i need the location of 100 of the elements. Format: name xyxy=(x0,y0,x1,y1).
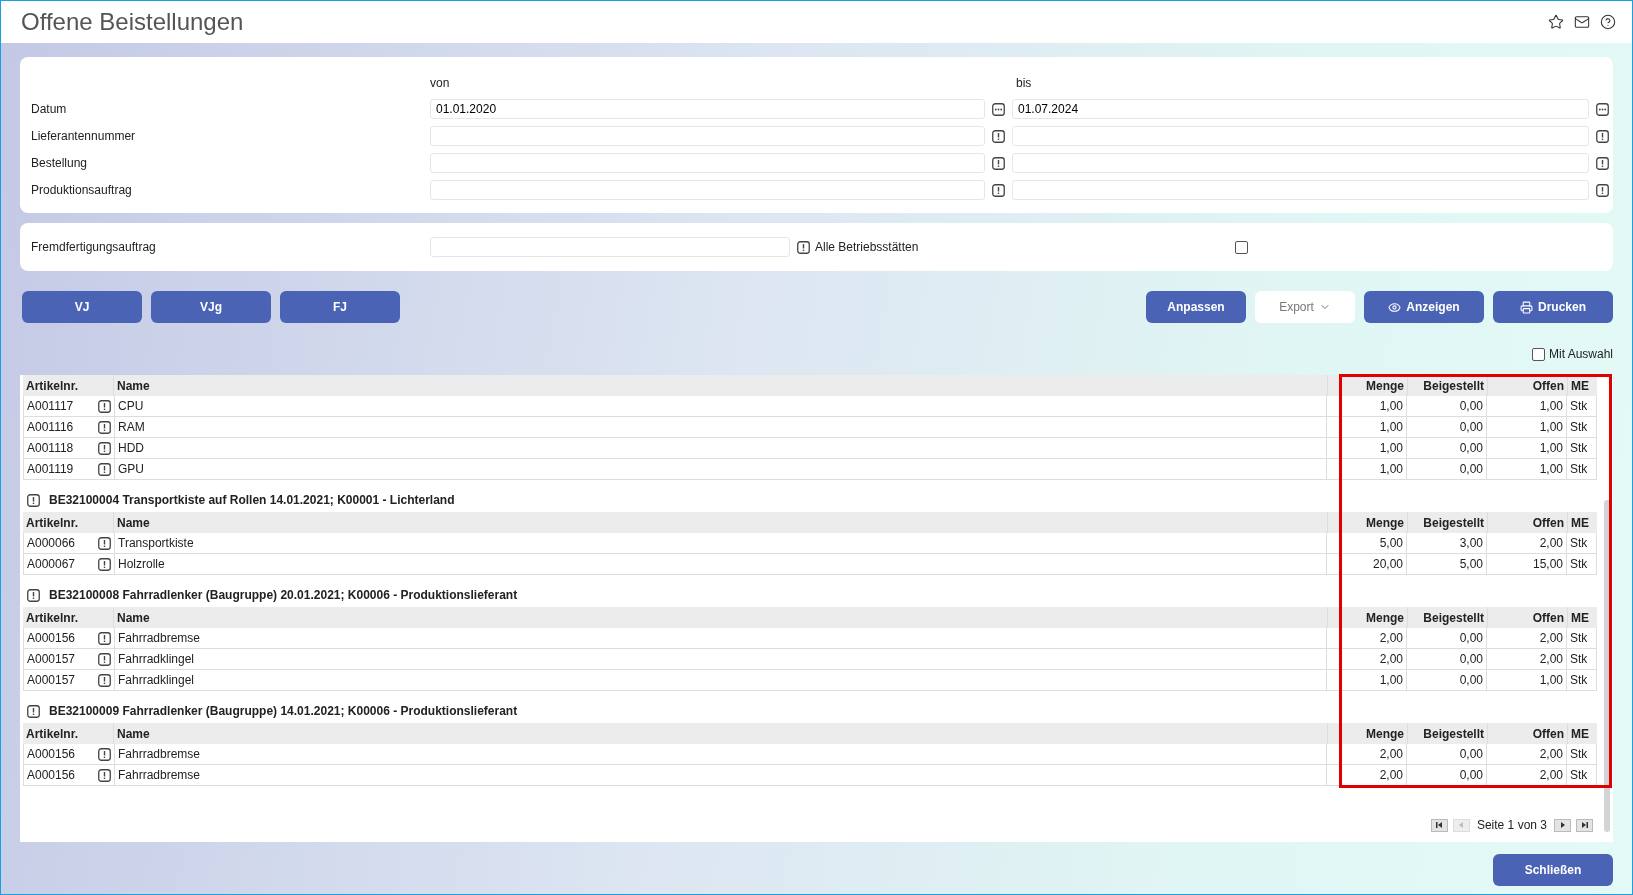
column-header: Offen xyxy=(1487,723,1567,744)
column-header: Artikelnr. xyxy=(25,514,80,532)
info-icon[interactable] xyxy=(97,462,111,476)
column-header: Beigestellt xyxy=(1407,375,1487,396)
column-header: Menge xyxy=(1327,512,1407,533)
info-icon[interactable] xyxy=(97,747,111,761)
info-icon[interactable] xyxy=(1596,156,1609,170)
star-icon[interactable] xyxy=(1548,14,1564,30)
article-number: A001119 xyxy=(26,461,75,478)
column-header: Offen xyxy=(1487,607,1567,628)
unit: Stk xyxy=(1566,417,1596,437)
print-button[interactable]: Drucken xyxy=(1493,291,1613,323)
column-header: Offen xyxy=(1487,512,1567,533)
scrollbar[interactable] xyxy=(1604,500,1610,832)
first-page-button[interactable] xyxy=(1430,818,1448,832)
info-icon[interactable] xyxy=(97,399,111,413)
field-label: Produktionsauftrag xyxy=(30,182,133,199)
article-number: A000066 xyxy=(26,535,77,552)
item-name: Fahrradbremse xyxy=(114,628,1326,648)
item-name: Fahrradbremse xyxy=(114,744,1326,764)
info-icon[interactable] xyxy=(97,557,111,571)
item-name: Fahrradbremse xyxy=(114,765,1326,785)
provided-quantity: 0,00 xyxy=(1406,417,1486,437)
help-icon[interactable] xyxy=(1600,14,1616,30)
more-icon[interactable] xyxy=(1596,102,1609,116)
checkbox-label: Mit Auswahl xyxy=(1548,346,1613,363)
provided-quantity: 0,00 xyxy=(1406,765,1486,785)
info-icon[interactable] xyxy=(97,768,111,782)
column-header: ME xyxy=(1567,723,1597,744)
export-dropdown[interactable]: Export xyxy=(1255,291,1355,323)
info-icon[interactable] xyxy=(97,420,111,434)
text-field[interactable] xyxy=(430,180,985,200)
provided-quantity: 5,00 xyxy=(1406,554,1486,574)
text-field[interactable] xyxy=(1012,126,1589,146)
open-quantity: 2,00 xyxy=(1486,533,1566,553)
year-button[interactable]: VJ xyxy=(22,291,142,323)
unit: Stk xyxy=(1566,396,1596,416)
item-name: Fahrradklingel xyxy=(114,649,1326,669)
text-field[interactable] xyxy=(1012,180,1589,200)
info-icon[interactable] xyxy=(27,704,40,718)
column-header: Beigestellt xyxy=(1407,512,1487,533)
column-header: Menge xyxy=(1327,607,1407,628)
open-quantity: 2,00 xyxy=(1486,744,1566,764)
show-button[interactable]: Anzeigen xyxy=(1364,291,1484,323)
quantity: 1,00 xyxy=(1326,459,1406,479)
column-header: Name xyxy=(113,512,1327,533)
next-page-button[interactable] xyxy=(1554,818,1571,832)
info-icon[interactable] xyxy=(97,673,111,687)
last-page-button[interactable] xyxy=(1576,818,1593,832)
adjust-button[interactable]: Anpassen xyxy=(1146,291,1246,323)
text-field[interactable] xyxy=(430,237,790,257)
checkbox[interactable] xyxy=(1235,240,1248,254)
text-field[interactable]: 01.01.2020 xyxy=(430,99,985,119)
text-field[interactable]: 01.07.2024 xyxy=(1012,99,1589,119)
text-field[interactable] xyxy=(430,153,985,173)
checkbox-label: Alle Betriebsstätten xyxy=(815,239,920,256)
info-icon[interactable] xyxy=(992,156,1005,170)
info-icon[interactable] xyxy=(97,536,111,550)
info-icon[interactable] xyxy=(97,652,111,666)
year-button[interactable]: FJ xyxy=(280,291,400,323)
unit: Stk xyxy=(1566,765,1596,785)
checkbox[interactable] xyxy=(1531,347,1545,361)
column-header: Offen xyxy=(1487,375,1567,396)
info-icon[interactable] xyxy=(97,441,111,455)
year-button[interactable]: VJg xyxy=(151,291,271,323)
text-field[interactable] xyxy=(1012,153,1589,173)
column-header: Menge xyxy=(1327,375,1407,396)
column-header: Beigestellt xyxy=(1407,723,1487,744)
unit: Stk xyxy=(1566,649,1596,669)
order-title: BE32100008 Fahrradlenker (Baugruppe) 20.01.2021; K00006 - Produktionslieferant xyxy=(49,587,518,604)
mail-icon[interactable] xyxy=(1574,14,1590,30)
page-indicator: Seite 1 von 3 xyxy=(1476,817,1547,834)
quantity: 2,00 xyxy=(1326,649,1406,669)
info-icon[interactable] xyxy=(97,631,111,645)
info-icon[interactable] xyxy=(1596,129,1609,143)
column-header: Artikelnr. xyxy=(25,377,80,395)
item-name: Transportkiste xyxy=(114,533,1326,553)
unit: Stk xyxy=(1566,533,1596,553)
close-button[interactable]: Schließen xyxy=(1493,854,1613,886)
article-number: A000067 xyxy=(26,556,77,573)
quantity: 2,00 xyxy=(1326,744,1406,764)
item-name: HDD xyxy=(114,438,1326,458)
column-header: Name xyxy=(113,723,1327,744)
info-icon[interactable] xyxy=(1596,183,1609,197)
more-icon[interactable] xyxy=(992,102,1005,116)
column-header: Name xyxy=(113,607,1327,628)
quantity: 1,00 xyxy=(1326,438,1406,458)
info-icon[interactable] xyxy=(992,129,1005,143)
info-icon[interactable] xyxy=(992,183,1005,197)
item-name: CPU xyxy=(114,396,1326,416)
quantity: 1,00 xyxy=(1326,670,1406,690)
info-icon[interactable] xyxy=(27,493,40,507)
column-header: ME xyxy=(1567,512,1597,533)
info-icon[interactable] xyxy=(797,240,810,254)
unit: Stk xyxy=(1566,628,1596,648)
text-field[interactable] xyxy=(430,126,985,146)
article-number: A001117 xyxy=(26,398,75,415)
provided-quantity: 3,00 xyxy=(1406,533,1486,553)
info-icon[interactable] xyxy=(27,588,40,602)
provided-quantity: 0,00 xyxy=(1406,649,1486,669)
